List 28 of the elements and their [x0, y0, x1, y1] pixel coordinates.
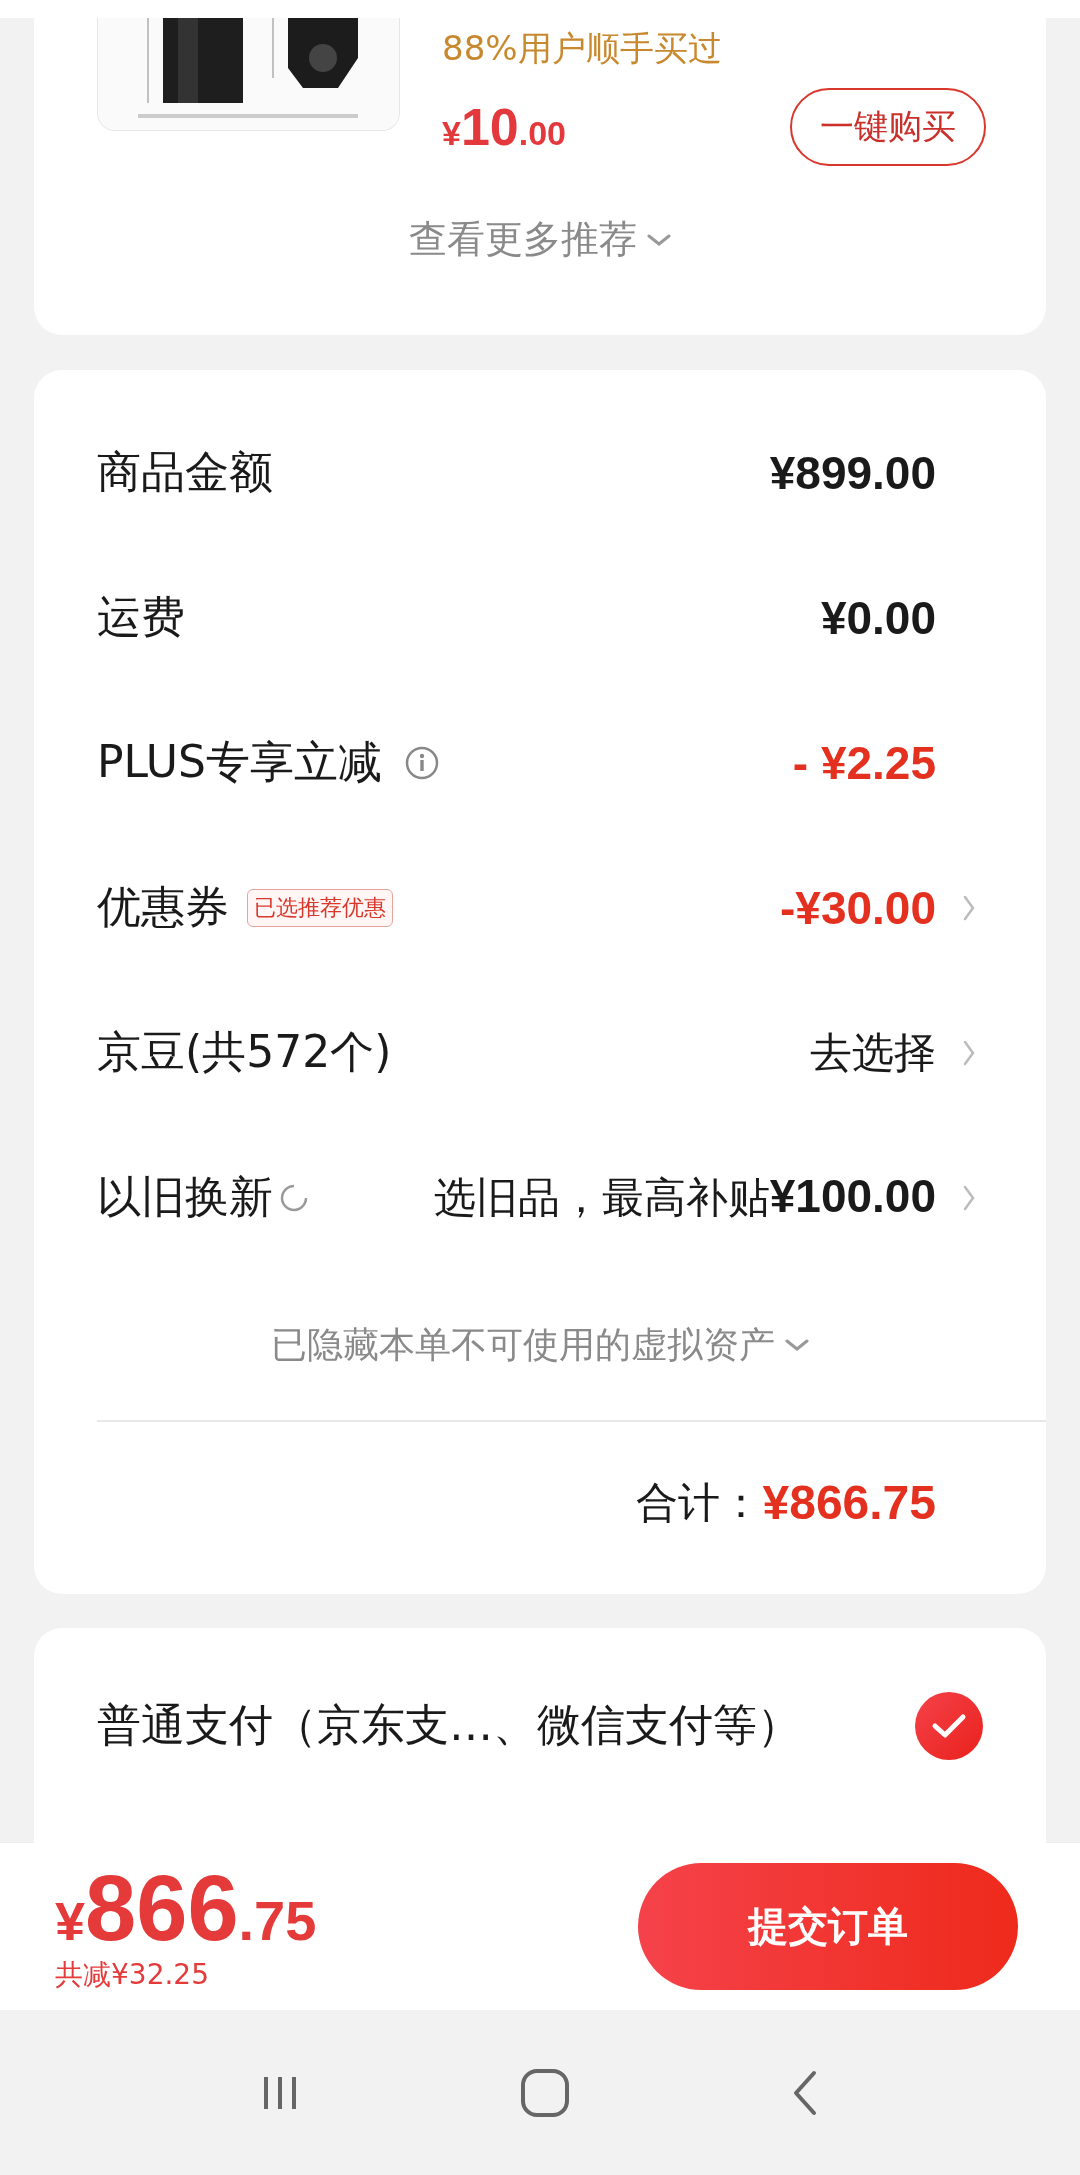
- chevron-down-icon: [785, 1338, 809, 1352]
- saving-text: 共减¥32.25: [55, 1956, 210, 1993]
- summary-value: 选旧品，最高补贴¥100.00: [433, 1169, 936, 1224]
- submit-order-button[interactable]: 提交订单: [638, 1863, 1018, 1990]
- see-more-link[interactable]: 查看更多推荐: [409, 214, 637, 265]
- payment-option[interactable]: 普通支付（京东支…、微信支付等）: [97, 1696, 801, 1755]
- summary-value: ¥0.00: [820, 590, 936, 645]
- hidden-assets-link[interactable]: 已隐藏本单不可使用的虚拟资产: [271, 1320, 775, 1370]
- summary-value: - ¥2.25: [792, 735, 936, 790]
- summary-value: -¥30.00: [780, 880, 936, 935]
- home-icon[interactable]: [519, 2066, 571, 2119]
- chevron-down-icon: [647, 232, 671, 247]
- total-label: 合计：: [636, 1476, 763, 1529]
- social-proof-text: 88%用户顺手买过: [442, 28, 723, 68]
- summary-label: 以旧换新: [97, 1170, 273, 1224]
- summary-label: 商品金额: [97, 445, 273, 499]
- total-value: ¥866.75: [762, 1475, 936, 1530]
- info-icon[interactable]: [404, 744, 440, 781]
- buy-now-button[interactable]: 一键购买: [790, 88, 986, 166]
- summary-value: 去选择: [810, 1026, 936, 1079]
- summary-label: 运费: [97, 590, 185, 644]
- coupon-tag: 已选推荐优惠: [247, 888, 393, 927]
- product-price: ¥10.00: [442, 97, 567, 157]
- summary-label: 京豆(共572个): [97, 1025, 392, 1079]
- total-price: ¥866.75: [55, 1859, 317, 1956]
- summary-label: PLUS专享立减: [97, 735, 382, 789]
- summary-label: 优惠券: [97, 880, 229, 934]
- summary-value: ¥899.00: [769, 445, 936, 500]
